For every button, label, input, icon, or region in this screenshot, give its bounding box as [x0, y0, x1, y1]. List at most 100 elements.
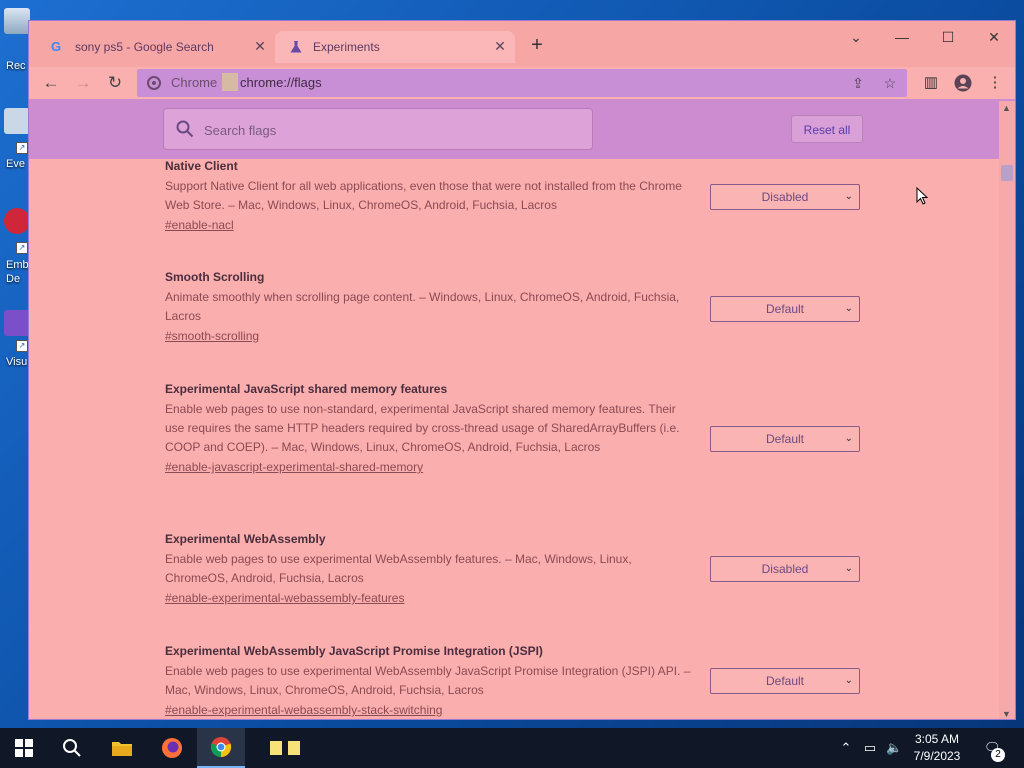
- close-tab-icon[interactable]: ✕: [493, 39, 507, 53]
- sticky-notes-button[interactable]: [262, 728, 310, 768]
- start-button[interactable]: [0, 728, 48, 768]
- tab-google-search[interactable]: G sony ps5 - Google Search ✕: [41, 31, 275, 63]
- chevron-down-icon: ⌄: [844, 303, 853, 314]
- maximize-button[interactable]: ☐: [935, 27, 961, 47]
- volume-muted-icon[interactable]: 🔈: [886, 740, 902, 756]
- flag-description: Animate smoothly when scrolling page con…: [165, 290, 680, 323]
- scrollbar-thumb[interactable]: [1001, 165, 1013, 181]
- recycle-bin-icon: [4, 8, 30, 34]
- clock-time: 3:05 AM: [914, 732, 960, 746]
- url-text[interactable]: chrome://flags: [240, 75, 322, 90]
- flag-state-value: Default: [765, 674, 805, 688]
- separator: [222, 73, 238, 91]
- search-flags-box[interactable]: [163, 108, 593, 150]
- search-flags-input[interactable]: [202, 117, 576, 143]
- flag-state-select[interactable]: Default ⌄: [710, 668, 860, 694]
- minimize-button[interactable]: —: [889, 27, 915, 47]
- flag-state-value: Default: [765, 302, 805, 316]
- flag-item-native-client: Native Client Support Native Client for …: [165, 159, 865, 234]
- desktop-icon-label: Emb De: [6, 259, 29, 285]
- flag-item-webassembly-jspi: Experimental WebAssembly JavaScript Prom…: [165, 644, 865, 719]
- flags-list: Native Client Support Native Client for …: [29, 159, 1001, 719]
- system-clock[interactable]: 3:05 AM 7/9/2023: [902, 731, 972, 765]
- flag-title: Experimental WebAssembly JavaScript Prom…: [165, 644, 543, 658]
- desktop-icon-visual-studio[interactable]: ↗ Visu: [0, 310, 30, 368]
- flag-item-js-shared-memory: Experimental JavaScript shared memory fe…: [165, 382, 865, 476]
- flag-title: Smooth Scrolling: [165, 270, 265, 284]
- firefox-button[interactable]: [148, 728, 196, 768]
- tab-title: Experiments: [313, 40, 380, 54]
- search-icon: [176, 120, 194, 138]
- flags-header: Reset all: [29, 99, 1015, 159]
- flag-item-smooth-scrolling: Smooth Scrolling Animate smoothly when s…: [165, 270, 865, 345]
- menu-kebab-icon[interactable]: ⋮: [983, 71, 1007, 95]
- flag-anchor-link[interactable]: #enable-experimental-webassembly-stack-s…: [165, 703, 442, 717]
- flask-icon: [290, 41, 302, 53]
- flag-description: Support Native Client for all web applic…: [165, 179, 682, 212]
- vertical-scrollbar[interactable]: ▲ ▼: [999, 101, 1015, 719]
- flag-description: Enable web pages to use experimental Web…: [165, 664, 691, 697]
- desktop-icon-embarcadero[interactable]: ↗ Emb De: [0, 208, 30, 285]
- flag-state-value: Disabled: [761, 562, 809, 576]
- site-chip: Chrome: [171, 75, 218, 90]
- share-icon[interactable]: ⇪: [849, 74, 867, 92]
- profile-icon[interactable]: [951, 71, 975, 95]
- sticky-notes-icon: [270, 741, 300, 755]
- reset-all-button[interactable]: Reset all: [791, 115, 863, 143]
- back-button[interactable]: ←: [39, 71, 63, 95]
- chevron-down-icon: ⌄: [844, 191, 853, 202]
- chrome-icon: [147, 76, 161, 90]
- close-window-button[interactable]: ✕: [981, 27, 1007, 47]
- new-tab-button[interactable]: +: [527, 35, 547, 55]
- chevron-down-icon: ⌄: [844, 563, 853, 574]
- flag-state-select[interactable]: Default ⌄: [710, 296, 860, 322]
- side-panel-icon[interactable]: ▥: [919, 71, 943, 95]
- flag-state-select[interactable]: Default ⌄: [710, 426, 860, 452]
- chrome-taskbar-button[interactable]: [197, 728, 245, 768]
- browser-toolbar: ← → ↻ Chrome chrome://flags ⇪ ☆ ▥ ⋮: [29, 67, 1015, 99]
- file-explorer-button[interactable]: [98, 728, 146, 768]
- bookmark-star-icon[interactable]: ☆: [881, 74, 899, 92]
- network-icon[interactable]: ▭: [862, 740, 878, 756]
- flag-state-value: Default: [765, 432, 805, 446]
- clock-date: 7/9/2023: [913, 749, 961, 763]
- tab-strip: G sony ps5 - Google Search ✕ Experiments…: [29, 21, 1015, 67]
- tab-experiments[interactable]: Experiments ✕: [275, 31, 515, 63]
- chevron-down-icon: ⌄: [844, 433, 853, 444]
- taskbar: ⌃ ▭ 🔈 3:05 AM 7/9/2023 🗨 2: [0, 728, 1024, 768]
- close-tab-icon[interactable]: ✕: [253, 39, 267, 53]
- desktop-icon-label: Rec: [6, 60, 26, 72]
- flag-anchor-link[interactable]: #enable-nacl: [165, 218, 234, 232]
- firefox-icon: [162, 738, 182, 758]
- flag-description: Enable web pages to use non-standard, ex…: [165, 402, 680, 454]
- reload-button[interactable]: ↻: [103, 71, 127, 95]
- desktop-icon-recycle-bin[interactable]: Rec: [0, 8, 30, 72]
- shortcut-arrow-icon: ↗: [16, 142, 28, 154]
- show-hidden-icons-chevron-icon[interactable]: ⌃: [838, 740, 854, 756]
- flag-state-select[interactable]: Disabled ⌄: [710, 184, 860, 210]
- flag-title: Native Client: [165, 159, 238, 173]
- forward-button[interactable]: →: [71, 71, 95, 95]
- address-bar[interactable]: Chrome chrome://flags ⇪ ☆: [137, 69, 907, 97]
- flag-description: Enable web pages to use experimental Web…: [165, 552, 632, 585]
- desktop-icon-event-viewer[interactable]: ↗ Eve: [0, 108, 30, 170]
- search-icon: [63, 739, 81, 757]
- chevron-down-icon: ⌄: [844, 675, 853, 686]
- search-taskbar-button[interactable]: [48, 728, 96, 768]
- flag-anchor-link[interactable]: #smooth-scrolling: [165, 329, 259, 343]
- flag-title: Experimental WebAssembly: [165, 532, 326, 546]
- google-icon: G: [51, 39, 62, 54]
- desktop-icon-label: Visu: [6, 356, 28, 368]
- embarcadero-icon: [4, 208, 30, 234]
- flag-anchor-link[interactable]: #enable-javascript-experimental-shared-m…: [165, 460, 423, 474]
- flag-item-experimental-webassembly: Experimental WebAssembly Enable web page…: [165, 532, 865, 607]
- folder-icon: [112, 742, 132, 756]
- scroll-down-arrow-icon[interactable]: ▼: [1002, 709, 1011, 719]
- visual-studio-icon: [4, 310, 30, 336]
- tab-title: sony ps5 - Google Search: [75, 40, 214, 54]
- flag-anchor-link[interactable]: #enable-experimental-webassembly-feature…: [165, 591, 404, 605]
- shortcut-arrow-icon: ↗: [16, 242, 28, 254]
- flag-state-select[interactable]: Disabled ⌄: [710, 556, 860, 582]
- scroll-up-arrow-icon[interactable]: ▲: [1002, 103, 1011, 113]
- tab-search-chevron-icon[interactable]: ⌄: [843, 27, 869, 47]
